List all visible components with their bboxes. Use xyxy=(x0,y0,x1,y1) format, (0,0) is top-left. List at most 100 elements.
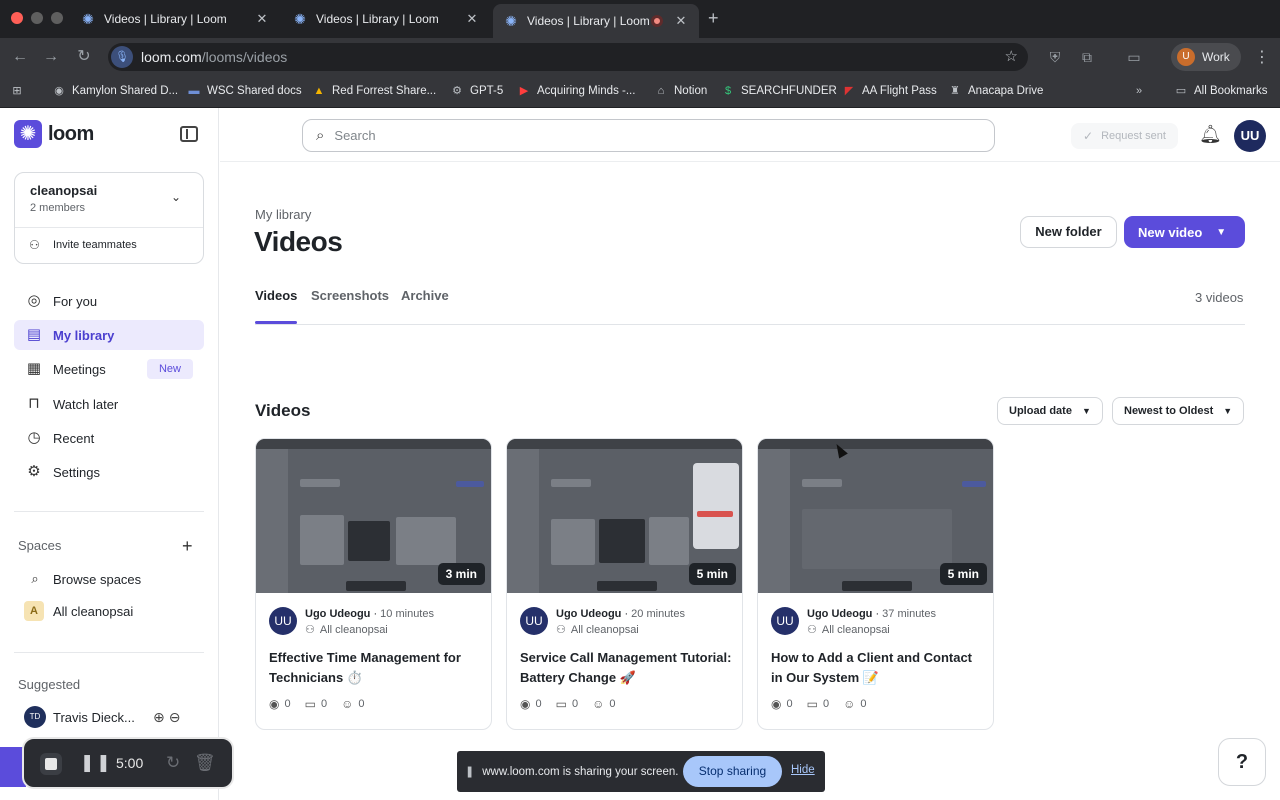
video-card[interactable]: 5 min UU Ugo Udeogu · 20 minutes ⚇ All cl… xyxy=(506,438,743,730)
collapse-sidebar-icon[interactable] xyxy=(180,126,198,142)
bookmark-item[interactable]: ◉ Kamylon Shared D... xyxy=(52,84,178,98)
video-card[interactable]: 3 min UU Ugo Udeogu · 10 minutes ⚇ All cl… xyxy=(255,438,492,730)
gear-icon: ⚙ xyxy=(27,463,41,480)
trash-icon[interactable]: 🗑︎ xyxy=(194,753,216,773)
restart-icon[interactable]: ↻ xyxy=(166,753,180,773)
sidebar-item-my-library[interactable]: ▤ My library xyxy=(14,320,204,350)
address-url[interactable]: loom.com/looms/videos xyxy=(141,49,287,65)
bookmark-item[interactable]: ▲ Red Forrest Share... xyxy=(312,84,437,98)
avatar: UU xyxy=(771,607,799,635)
remove-circle-icon[interactable]: ⊖ xyxy=(169,709,185,725)
spaces-heading: Spaces xyxy=(18,538,62,553)
video-thumbnail[interactable]: 5 min xyxy=(507,439,742,593)
cast-icon[interactable]: ▭ xyxy=(1124,47,1144,67)
tab-archive[interactable]: Archive xyxy=(401,288,449,303)
profile-chip[interactable]: U Work xyxy=(1171,43,1241,71)
sidebar-item-recent[interactable]: ◷ Recent xyxy=(14,423,204,453)
video-stats: ◉ 0 ▭ 0 ☺ 0 xyxy=(520,697,629,711)
video-card[interactable]: 5 min UU Ugo Udeogu · 37 minutes ⚇ All cl… xyxy=(757,438,994,730)
video-stats: ◉ 0 ▭ 0 ☺ 0 xyxy=(269,697,378,711)
breadcrumb[interactable]: My library xyxy=(255,207,311,222)
bell-icon[interactable]: 🔔︎ xyxy=(1199,124,1222,145)
search-icon: ⌕ xyxy=(316,127,325,144)
tab-close-icon[interactable]: ✕ xyxy=(673,13,689,29)
video-space: ⚇ All cleanopsai xyxy=(556,623,639,637)
loom-app: ✺ loom cleanopsai 2 members ⌄ ⚇ Invite t… xyxy=(0,108,1280,800)
extension-shield-icon[interactable]: ⛨ xyxy=(1045,47,1065,67)
space-all-cleanopsai[interactable]: A All cleanopsai xyxy=(24,601,133,621)
site-info-icon[interactable]: 🎙 xyxy=(111,46,133,68)
add-space-icon[interactable]: + xyxy=(182,536,193,557)
bookmark-item[interactable]: ⌂ Notion xyxy=(654,84,708,98)
browser-tab[interactable]: ✺ Videos | Library | Loom ✕ xyxy=(282,4,490,34)
user-avatar[interactable]: UU xyxy=(1234,120,1266,152)
stop-recording-button[interactable] xyxy=(40,753,62,775)
tab-screenshots[interactable]: Screenshots xyxy=(311,288,389,303)
calendar-icon: ▦ xyxy=(26,360,42,377)
new-folder-button[interactable]: New folder xyxy=(1020,216,1117,248)
bookmark-star-icon[interactable]: ☆ xyxy=(1005,47,1018,65)
reaction-count: 0 xyxy=(358,698,365,710)
bookmark-item[interactable]: ⚙ GPT-5 xyxy=(450,84,503,98)
help-button[interactable]: ? xyxy=(1218,738,1266,786)
chevron-down-icon: ▼ xyxy=(1081,406,1091,416)
new-video-button[interactable]: New video ▼ xyxy=(1124,216,1245,248)
check-icon: ✓ xyxy=(1083,129,1094,143)
video-title[interactable]: How to Add a Client and Contact in Our S… xyxy=(771,648,986,688)
sort-field-dropdown[interactable]: Upload date ▼ xyxy=(997,397,1103,425)
smile-icon: ☺ xyxy=(592,697,605,711)
apps-grid-icon[interactable]: ⊞ xyxy=(10,84,30,98)
pause-icon[interactable]: ❚❚ xyxy=(80,753,113,773)
invite-teammates-button[interactable]: ⚇ Invite teammates xyxy=(29,238,137,252)
browser-tab[interactable]: ✺ Videos | Library | Loom ✕ xyxy=(70,4,280,34)
add-circle-icon[interactable]: ⊕ xyxy=(153,709,169,725)
tab-close-icon[interactable]: ✕ xyxy=(464,11,480,27)
bookmark-item[interactable]: ♜ Anacapa Drive xyxy=(948,84,1043,98)
window-minimize-button[interactable] xyxy=(31,12,43,24)
video-thumbnail[interactable]: 3 min xyxy=(256,439,491,593)
sidebar-item-settings[interactable]: ⚙ Settings xyxy=(14,457,204,487)
loom-logo[interactable]: ✺ loom xyxy=(14,120,94,148)
drag-handle-icon[interactable]: ❚ xyxy=(465,765,474,778)
people-icon: ⚇ xyxy=(305,624,315,636)
bookmark-item[interactable]: ◤ AA Flight Pass xyxy=(842,84,937,98)
bookmark-item[interactable]: ▬ WSC Shared docs xyxy=(187,84,302,98)
sidebar-item-watch-later[interactable]: ⊓ Watch later xyxy=(14,389,204,419)
chevron-down-icon[interactable]: ⌄ xyxy=(171,190,181,204)
sort-order-dropdown[interactable]: Newest to Oldest ▼ xyxy=(1112,397,1245,425)
browse-spaces-link[interactable]: ⌕ Browse spaces xyxy=(24,569,141,589)
tab-videos[interactable]: Videos xyxy=(255,288,297,303)
new-tab-button[interactable]: + xyxy=(708,8,719,29)
workspace-switcher[interactable]: cleanopsai 2 members ⌄ ⚇ Invite teammate… xyxy=(14,172,204,264)
search-box[interactable]: ⌕ xyxy=(302,119,995,152)
reload-icon[interactable]: ↻ xyxy=(74,47,94,67)
new-badge: New xyxy=(147,359,193,379)
sidebar-item-for-you[interactable]: ◎ For you xyxy=(14,286,204,316)
request-sent-button: ✓ Request sent xyxy=(1071,123,1178,149)
tab-close-icon[interactable]: ✕ xyxy=(254,11,270,27)
video-stats: ◉ 0 ▭ 0 ☺ 0 xyxy=(771,697,880,711)
browser-menu-icon[interactable]: ⋮ xyxy=(1254,47,1270,67)
back-arrow-icon[interactable]: ← xyxy=(10,47,30,67)
more-bookmarks-icon[interactable]: » xyxy=(1132,84,1152,98)
window-close-button[interactable] xyxy=(11,12,23,24)
forward-arrow-icon[interactable]: → xyxy=(41,47,61,67)
suggested-actions[interactable]: ⊕⊖ xyxy=(153,709,184,726)
browser-tab-active[interactable]: ✺ Videos | Library | Loom ✕ xyxy=(493,4,699,38)
bookmark-item[interactable]: $ SEARCHFUNDER xyxy=(721,84,837,98)
address-bar[interactable]: 🎙 loom.com/looms/videos ☆ xyxy=(108,43,1028,71)
bookmark-item[interactable]: ▶ Acquiring Minds -... xyxy=(517,84,636,98)
search-input[interactable] xyxy=(334,128,955,143)
all-bookmarks[interactable]: ▭ All Bookmarks xyxy=(1174,84,1268,98)
extensions-puzzle-icon[interactable]: ⧉ xyxy=(1077,47,1097,67)
stop-sharing-button[interactable]: Stop sharing xyxy=(683,756,782,787)
clock-icon: ◷ xyxy=(27,429,41,446)
hide-link[interactable]: Hide xyxy=(791,764,815,776)
window-zoom-button[interactable] xyxy=(51,12,63,24)
tab-title: Videos | Library | Loom xyxy=(104,12,227,26)
suggested-person[interactable]: TD Travis Dieck... xyxy=(24,706,135,728)
sidebar-item-meetings[interactable]: ▦ Meetings New xyxy=(14,354,204,384)
video-title[interactable]: Service Call Management Tutorial: Batter… xyxy=(520,648,735,688)
video-thumbnail[interactable]: 5 min xyxy=(758,439,993,593)
video-title[interactable]: Effective Time Management for Technician… xyxy=(269,648,484,688)
